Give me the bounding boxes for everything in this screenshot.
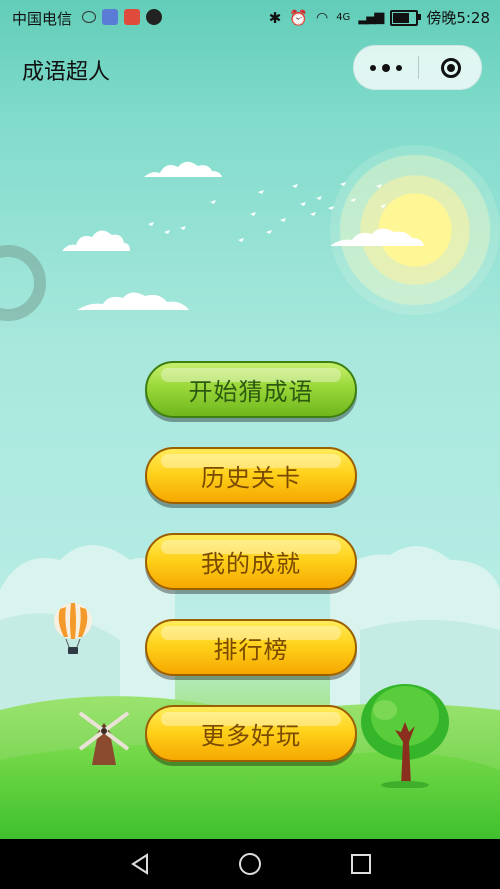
circle-home-icon [239, 853, 261, 875]
leaderboard-button[interactable]: 排行榜 [145, 619, 357, 676]
history-levels-label: 历史关卡 [201, 464, 301, 492]
network-type: 4G [336, 12, 351, 23]
close-button[interactable] [422, 46, 480, 89]
cloud-notification-icon [82, 11, 96, 23]
bluetooth-icon: ✱ [268, 8, 282, 27]
leaderboard-label: 排行榜 [213, 636, 289, 664]
more-fun-button[interactable]: 更多好玩 [145, 705, 357, 762]
nav-back-button[interactable] [110, 839, 170, 889]
hot-air-balloon [54, 603, 92, 654]
signal-icon: ▂▄▆ [358, 10, 384, 25]
cloud-1 [144, 161, 222, 177]
bird-flock [148, 182, 386, 242]
title-bar: 成语超人 [0, 34, 500, 104]
tree [361, 684, 449, 788]
more-dots-icon [370, 64, 376, 71]
map-app-icon [124, 9, 140, 25]
battery-icon [390, 9, 422, 26]
triangle-back-icon [131, 853, 148, 875]
capsule-divider [418, 56, 419, 79]
wifi-icon: ◠ [315, 9, 329, 26]
windmill [78, 711, 130, 765]
decorative-ring [0, 245, 46, 321]
game-screen: 中国电信 ✱ ⏰ ◠ 4G ▂▄▆ 傍晚5:28 成语超人 开始猜成语 历史关卡… [0, 0, 500, 889]
status-bar: 中国电信 ✱ ⏰ ◠ 4G ▂▄▆ 傍晚5:28 [0, 0, 500, 34]
achievements-label: 我的成就 [201, 550, 301, 578]
cloud-2 [62, 230, 130, 251]
more-dot-right [396, 64, 402, 71]
start-game-label: 开始猜成语 [188, 378, 314, 406]
nav-home-button[interactable] [220, 839, 280, 889]
square-recent-icon [351, 854, 371, 874]
mini-program-capsule [353, 45, 482, 90]
clock: 傍晚5:28 [426, 9, 490, 27]
system-nav-bar [0, 839, 500, 889]
nav-recent-button[interactable] [331, 839, 391, 889]
alarm-icon: ⏰ [289, 8, 308, 27]
paw-app-icon [102, 9, 118, 25]
cloud-3 [77, 292, 189, 310]
chat-bubble-icon [146, 9, 162, 25]
more-fun-label: 更多好玩 [201, 722, 301, 750]
achievements-button[interactable]: 我的成就 [145, 533, 357, 590]
start-game-button[interactable]: 开始猜成语 [145, 361, 357, 418]
carrier-name: 中国电信 [12, 10, 73, 28]
mini-program-close-icon [441, 57, 461, 78]
more-button[interactable] [354, 46, 418, 89]
history-levels-button[interactable]: 历史关卡 [145, 447, 357, 504]
more-dot-center [382, 63, 390, 72]
page-title: 成语超人 [22, 60, 111, 85]
